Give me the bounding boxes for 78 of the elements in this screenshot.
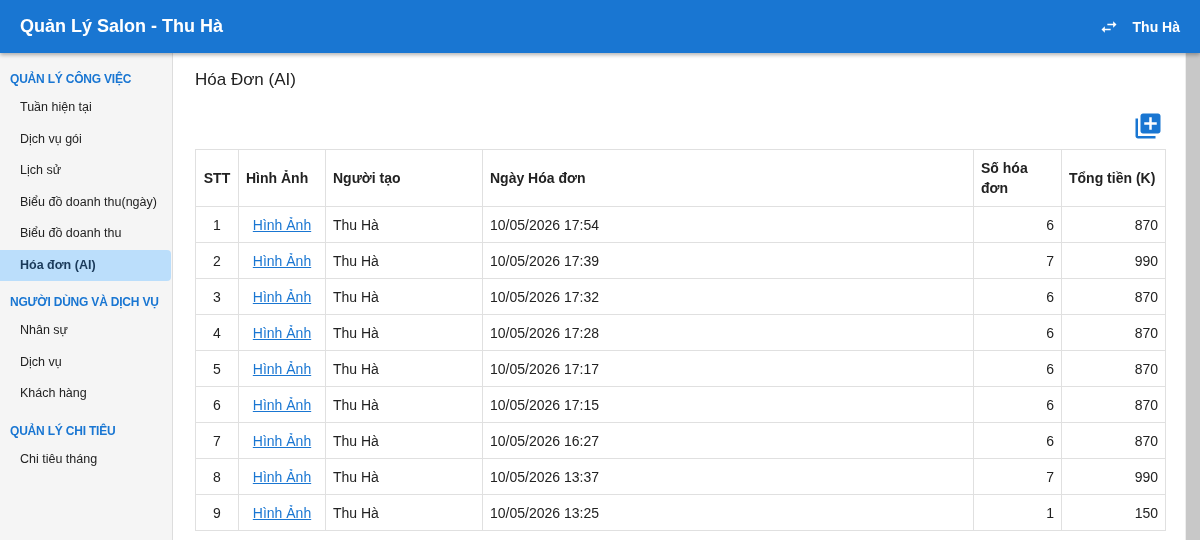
column-header: Ngày Hóa đơn [482,149,974,207]
sidebar-item[interactable]: Hóa đơn (AI) [0,249,171,281]
column-header: Tổng tiền (K) [1061,149,1166,207]
column-header: Số hóa đơn [973,149,1062,207]
table-cell: 5 [195,350,239,387]
table-cell: 10/05/2026 13:37 [482,458,974,495]
table-cell: 990 [1061,458,1166,495]
table-cell: Thu Hà [325,386,483,423]
image-link[interactable]: Hình Ảnh [252,432,312,449]
sidebar-item[interactable]: Dịch vụ gói [0,123,171,155]
table-cell: 10/05/2026 17:17 [482,350,974,387]
table-cell: 6 [973,206,1062,243]
table-cell: 10/05/2026 13:25 [482,494,974,531]
table-cell: 7 [973,458,1062,495]
page-title: Hóa Đơn (AI) [195,70,297,91]
table-cell: 7 [195,422,239,459]
table-cell: 6 [973,422,1062,459]
add-icon[interactable] [1133,111,1163,141]
table-cell: Thu Hà [325,314,483,351]
sidebar-item[interactable]: Dịch vụ [0,346,171,378]
table-cell: 1 [973,494,1062,531]
table-cell: 4 [195,314,239,351]
table-cell: 870 [1061,314,1166,351]
table-cell: 6 [973,314,1062,351]
sidebar-item[interactable]: Tuần hiện tại [0,92,171,124]
column-header: Người tạo [325,149,483,207]
sidebar-item[interactable]: Biểu đồ doanh thu [0,218,171,250]
table-cell: 870 [1061,278,1166,315]
sidebar-item[interactable]: Khách hàng [0,378,171,410]
scrollbar[interactable] [1185,53,1200,540]
table-cell: 10/05/2026 17:54 [482,206,974,243]
table-cell: Thu Hà [325,242,483,279]
table-cell: 6 [973,386,1062,423]
image-link[interactable]: Hình Ảnh [252,360,312,377]
sidebar-item[interactable]: Chi tiêu tháng [0,443,171,475]
image-link[interactable]: Hình Ảnh [252,504,312,521]
sidebar-item[interactable]: Lịch sử [0,155,171,187]
table-cell: 8 [195,458,239,495]
table-cell: 6 [973,278,1062,315]
sidebar-heading: QUẢN LÝ CÔNG VIỆC [9,70,133,88]
table-cell: 150 [1061,494,1166,531]
table-cell: 10/05/2026 16:27 [482,422,974,459]
image-link[interactable]: Hình Ảnh [252,396,312,413]
table-cell: 870 [1061,350,1166,387]
image-link[interactable]: Hình Ảnh [252,468,312,485]
table-cell: 9 [195,494,239,531]
table-cell: 990 [1061,242,1166,279]
user-name[interactable]: Thu Hà [1132,18,1180,35]
table-cell: 10/05/2026 17:15 [482,386,974,423]
table-cell: Thu Hà [325,206,483,243]
table-cell: 2 [195,242,239,279]
table-cell: 870 [1061,422,1166,459]
table-cell: 1 [195,206,239,243]
sidebar-item[interactable]: Nhân sự [0,315,171,347]
app-title: Quản Lý Salon - Thu Hà [20,16,223,37]
table-cell: 6 [195,386,239,423]
table-cell: Thu Hà [325,458,483,495]
table-cell: 3 [195,278,239,315]
image-link[interactable]: Hình Ảnh [252,216,312,233]
table-cell: 10/05/2026 17:32 [482,278,974,315]
table-cell: Thu Hà [325,350,483,387]
image-link[interactable]: Hình Ảnh [252,252,312,269]
sidebar-heading: QUẢN LÝ CHI TIÊU [9,422,117,440]
table-cell: 870 [1061,206,1166,243]
table-cell: 10/05/2026 17:28 [482,314,974,351]
table-cell: Thu Hà [325,494,483,531]
table-cell: 7 [973,242,1062,279]
column-header: Hình Ảnh [238,149,326,207]
table-cell: 6 [973,350,1062,387]
sidebar-item[interactable]: Biểu đồ doanh thu(ngày) [0,186,171,218]
image-link[interactable]: Hình Ảnh [252,288,312,305]
table-cell: Thu Hà [325,278,483,315]
column-header: STT [195,149,239,207]
sidebar-heading: NGƯỜI DÙNG VÀ DỊCH VỤ [9,293,160,311]
table-cell: 10/05/2026 17:39 [482,242,974,279]
table-cell: Thu Hà [325,422,483,459]
image-link[interactable]: Hình Ảnh [252,324,312,341]
table-cell: 870 [1061,386,1166,423]
